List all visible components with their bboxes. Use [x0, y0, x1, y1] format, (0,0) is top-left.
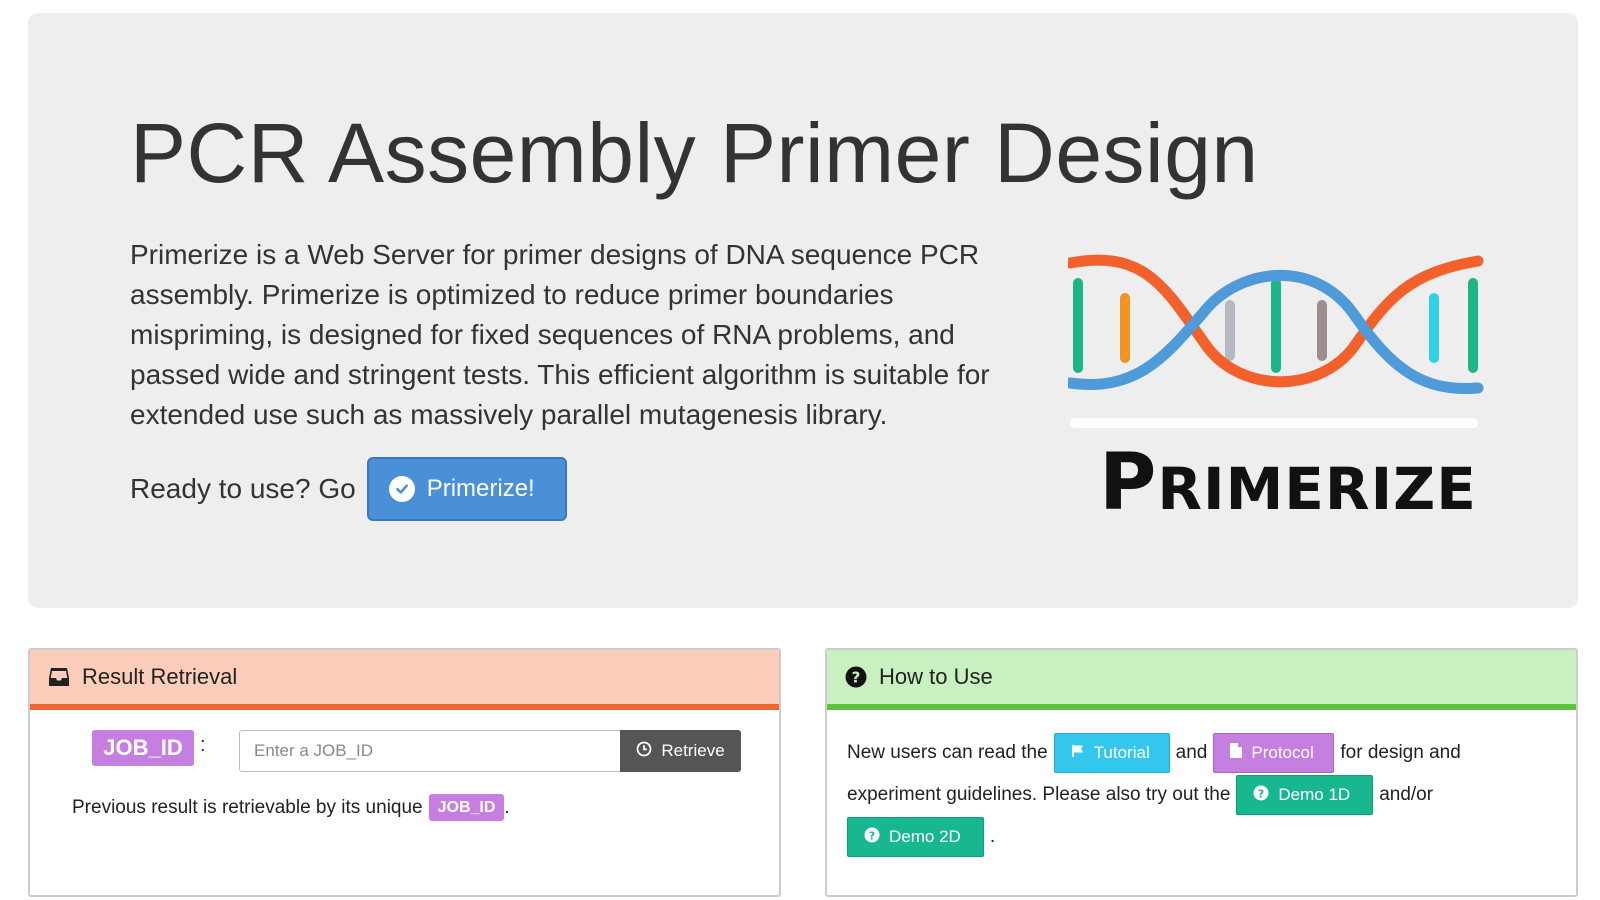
question-circle-icon: ? — [1253, 785, 1269, 806]
primerize-logo: PRIMERIZE — [1064, 243, 1508, 533]
howto-text-end: . — [989, 826, 996, 847]
tutorial-button-label: Tutorial — [1093, 743, 1150, 762]
result-retrieval-title: Result Retrieval — [82, 664, 238, 689]
retrieve-button-label: Retrieve — [661, 741, 725, 760]
howto-text-3: experiment guidelines. Please also try o… — [847, 784, 1231, 805]
primerize-button-label: Primerize! — [426, 475, 535, 502]
file-icon — [1230, 743, 1243, 763]
inbox-icon — [48, 666, 70, 688]
how-to-use-body: New users can read the Tutorial and Prot… — [847, 732, 1562, 858]
how-to-use-title: How to Use — [879, 664, 993, 689]
howto-text-2: for design and — [1340, 742, 1461, 763]
jobid-inline-badge: JOB_ID — [428, 794, 505, 821]
svg-text:?: ? — [852, 669, 861, 687]
demo-2d-button-label: Demo 2D — [889, 827, 961, 846]
page-title: PCR Assembly Primer Design — [130, 106, 1259, 200]
howto-text-and: and — [1175, 742, 1208, 763]
svg-text:?: ? — [869, 829, 875, 842]
jobid-input[interactable] — [239, 730, 622, 772]
flag-icon — [1071, 743, 1085, 763]
howto-text-1: New users can read the — [847, 742, 1048, 763]
howto-row-2: experiment guidelines. Please also try o… — [847, 774, 1562, 816]
question-circle-icon: ? — [845, 666, 867, 688]
tutorial-button[interactable]: Tutorial — [1053, 733, 1170, 773]
dna-helix-icon — [1064, 254, 1484, 428]
ready-row: Ready to use? Go Primerize! — [130, 457, 567, 521]
demo-1d-button[interactable]: ? Demo 1D — [1236, 775, 1374, 815]
demo-2d-button[interactable]: ? Demo 2D — [847, 817, 984, 857]
retrieval-info-text: Previous result is retrievable by its un… — [72, 796, 423, 818]
check-circle-icon — [388, 476, 415, 502]
protocol-button-label: Protocol — [1251, 743, 1314, 762]
howto-row-3: ? Demo 2D . — [847, 816, 1562, 858]
svg-text:?: ? — [1258, 787, 1264, 800]
result-retrieval-heading: Result Retrieval — [30, 650, 779, 710]
hero-jumbotron: PCR Assembly Primer Design Primerize is … — [28, 13, 1578, 608]
how-to-use-panel: ? How to Use New users can read the Tuto… — [825, 648, 1578, 897]
result-retrieval-panel: Result Retrieval JOB_ID : Retrieve Previ… — [28, 648, 781, 897]
ready-text: Ready to use? Go — [130, 473, 356, 504]
clock-icon — [636, 741, 652, 762]
demo-1d-button-label: Demo 1D — [1278, 785, 1351, 804]
primerize-button[interactable]: Primerize! — [366, 457, 567, 521]
jobid-label: JOB_ID — [92, 730, 194, 766]
retrieval-info-end: . — [504, 796, 510, 818]
primerize-logo-text: PRIMERIZE — [1099, 438, 1477, 528]
jobid-colon: : — [200, 734, 206, 756]
retrieval-info: Previous result is retrievable by its un… — [72, 794, 510, 821]
intro-text: Primerize is a Web Server for primer des… — [130, 239, 990, 430]
howto-text-andor: and/or — [1379, 784, 1434, 805]
howto-row-1: New users can read the Tutorial and Prot… — [847, 732, 1562, 774]
how-to-use-heading: ? How to Use — [827, 650, 1576, 710]
protocol-button[interactable]: Protocol — [1213, 733, 1335, 773]
retrieve-button[interactable]: Retrieve — [620, 730, 741, 772]
question-circle-icon: ? — [864, 827, 880, 848]
